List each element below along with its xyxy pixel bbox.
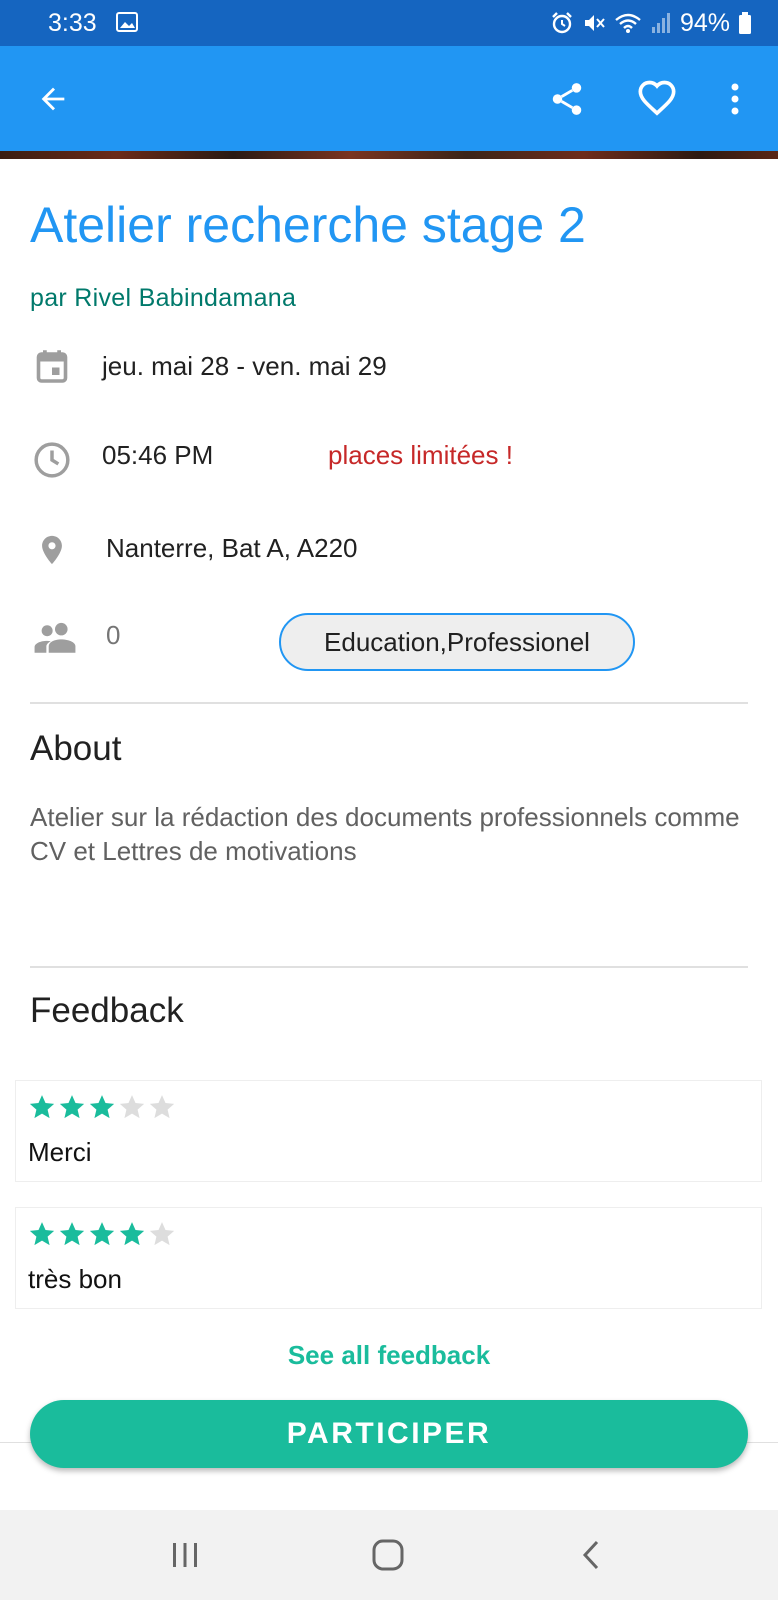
about-description: Atelier sur la rédaction des documents p… — [30, 802, 740, 866]
category-chip[interactable]: Education,Professionel — [279, 613, 635, 671]
more-options-button[interactable] — [706, 46, 764, 151]
star-empty-icon — [149, 1095, 175, 1119]
recents-icon — [173, 1543, 197, 1567]
share-icon — [552, 82, 582, 115]
chevron-left-icon — [582, 1540, 599, 1570]
event-dates: jeu. mai 28 - ven. mai 29 — [102, 351, 387, 381]
feedback-text: Merci — [28, 1137, 92, 1167]
favorite-button[interactable] — [628, 46, 686, 151]
back-button[interactable] — [24, 46, 82, 151]
heart-outline-icon — [638, 80, 676, 116]
event-location: Nanterre, Bat A, A220 — [106, 533, 358, 563]
divider — [30, 702, 748, 704]
app-bar — [0, 46, 778, 151]
status-bar: 3:33 94% — [0, 0, 778, 46]
star-filled-icon — [29, 1222, 55, 1246]
event-detail-screen: 3:33 94% Atelier recherche stage 2 par R… — [0, 0, 778, 1600]
star-rating — [28, 1220, 176, 1248]
status-time: 3:33 — [48, 9, 97, 37]
star-filled-icon — [59, 1222, 85, 1246]
home-icon — [372, 1539, 404, 1571]
people-icon — [32, 617, 78, 657]
star-filled-icon — [119, 1222, 145, 1246]
star-empty-icon — [119, 1095, 145, 1119]
battery-percent: 94% — [679, 8, 730, 37]
star-filled-icon — [29, 1095, 55, 1119]
home-button[interactable] — [353, 1510, 423, 1600]
recents-button[interactable] — [150, 1510, 220, 1600]
star-filled-icon — [89, 1222, 115, 1246]
back-nav-button[interactable] — [556, 1510, 626, 1600]
calendar-icon — [32, 346, 72, 386]
see-all-feedback-link[interactable]: See all feedback — [0, 1340, 778, 1371]
alarm-icon — [552, 12, 572, 34]
star-filled-icon — [59, 1095, 85, 1119]
about-heading: About — [30, 729, 122, 768]
feedback-card: Merci — [15, 1080, 762, 1182]
clock-icon — [32, 440, 72, 480]
event-banner-image — [0, 151, 778, 159]
star-rating — [28, 1093, 176, 1121]
feedback-text: très bon — [28, 1264, 122, 1294]
feedback-heading: Feedback — [30, 991, 184, 1030]
battery-icon — [739, 12, 751, 34]
arrow-back-icon — [41, 87, 65, 110]
participant-count: 0 — [106, 620, 121, 650]
event-author: par Rivel Babindamana — [30, 284, 297, 312]
divider — [30, 966, 748, 968]
status-icons: 94% — [550, 8, 752, 38]
gallery-icon — [116, 12, 138, 32]
event-title: Atelier recherche stage 2 — [30, 197, 586, 253]
more-vert-icon — [731, 83, 739, 114]
star-filled-icon — [89, 1095, 115, 1119]
participate-button[interactable]: PARTICIPER — [30, 1400, 748, 1468]
signal-icon — [651, 13, 670, 33]
location-pin-icon — [32, 530, 72, 570]
system-navigation-bar — [0, 1510, 778, 1600]
feedback-card: très bon — [15, 1207, 762, 1309]
share-button[interactable] — [538, 46, 596, 151]
limited-places-warning: places limitées ! — [328, 440, 513, 470]
wifi-icon — [615, 13, 641, 33]
event-time: 05:46 PM — [102, 440, 214, 470]
mute-icon — [584, 15, 605, 31]
star-empty-icon — [149, 1222, 175, 1246]
